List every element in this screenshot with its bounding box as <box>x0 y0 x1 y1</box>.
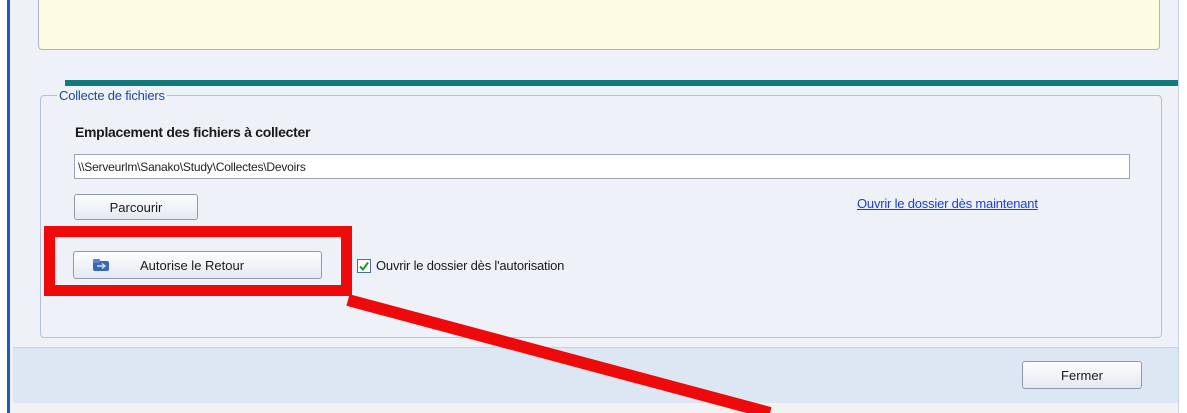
checkmark-icon <box>359 261 369 271</box>
browse-button[interactable]: Parcourir <box>74 194 198 220</box>
collection-path-input[interactable] <box>74 154 1130 179</box>
open-on-authorize-checkbox[interactable] <box>357 258 371 273</box>
annotation-highlight-box <box>44 226 352 296</box>
group-title: Collecte de fichiers <box>57 88 167 103</box>
dialog-footer <box>13 347 1178 403</box>
teal-separator-line <box>65 80 1178 86</box>
location-label: Emplacement des fichiers à collecter <box>75 124 311 140</box>
close-button[interactable]: Fermer <box>1022 361 1142 389</box>
window-right-edge <box>1178 0 1187 413</box>
window-left-border <box>0 0 10 413</box>
open-folder-now-link[interactable]: Ouvrir le dossier dès maintenant <box>857 196 1038 211</box>
notes-textarea[interactable] <box>38 0 1160 50</box>
open-on-authorize-label: Ouvrir le dossier dès l'autorisation <box>376 258 565 273</box>
open-on-authorize-option[interactable]: Ouvrir le dossier dès l'autorisation <box>357 258 564 273</box>
window-bottom-strip <box>13 403 1178 413</box>
dialog-window: Collecte de fichiers Emplacement des fic… <box>0 0 1187 413</box>
